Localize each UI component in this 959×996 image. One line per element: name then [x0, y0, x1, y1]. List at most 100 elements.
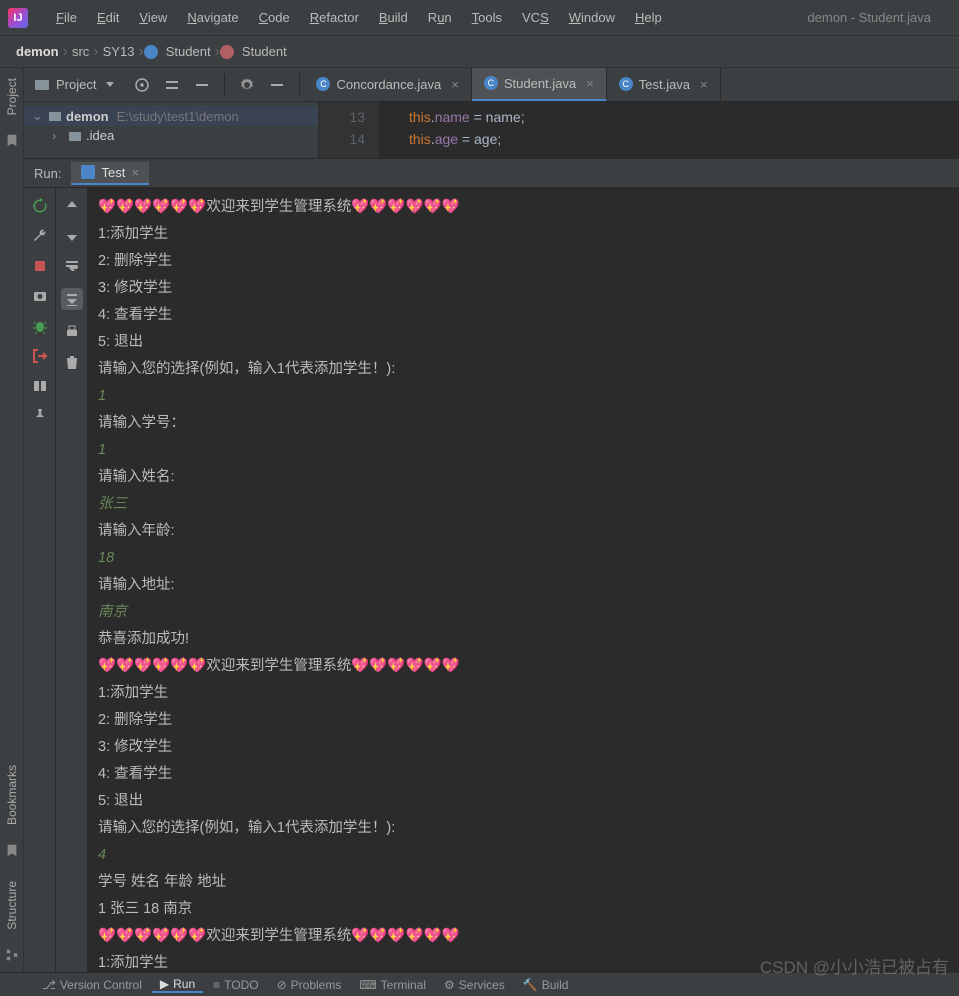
- pin-icon[interactable]: [32, 408, 48, 424]
- console-line: 18: [98, 545, 949, 572]
- close-icon[interactable]: ×: [586, 76, 594, 91]
- bottom-tab-todo[interactable]: ≡TODO: [205, 977, 266, 993]
- run-label: Run:: [34, 166, 61, 181]
- breadcrumb-src[interactable]: src: [68, 44, 93, 59]
- bottom-tab-services[interactable]: ⚙Services: [436, 977, 513, 993]
- breadcrumb-method[interactable]: Student: [238, 44, 291, 59]
- menu-run[interactable]: Run: [418, 6, 462, 29]
- sidebar-tab-structure[interactable]: Structure: [5, 881, 19, 930]
- editor-tab[interactable]: CTest.java×: [607, 68, 721, 101]
- gear-icon[interactable]: [239, 77, 255, 93]
- console-line: 南京: [98, 599, 949, 626]
- bottom-tab-label: Version Control: [60, 978, 142, 992]
- console-line: 请输入地址:: [98, 572, 949, 599]
- target-icon[interactable]: [134, 77, 150, 93]
- breadcrumb-class[interactable]: Student: [162, 44, 215, 59]
- layout-icon[interactable]: [32, 378, 48, 394]
- breadcrumb-project[interactable]: demon: [12, 44, 63, 59]
- wrench-icon[interactable]: [32, 228, 48, 244]
- tree-root[interactable]: ⌄ demon E:\study\test1\demon: [24, 106, 318, 126]
- bottom-tab-version-control[interactable]: ⎇Version Control: [34, 977, 150, 993]
- minimize-icon[interactable]: [269, 77, 285, 93]
- java-class-icon: C: [619, 77, 633, 91]
- console-actions-column: [56, 188, 88, 972]
- close-icon[interactable]: ×: [451, 77, 459, 92]
- bottom-tab-icon: ⌨: [359, 978, 376, 992]
- chevron-icon: [138, 43, 143, 61]
- bottom-tab-icon: 🔨: [523, 978, 538, 992]
- bottom-tab-icon: ⊘: [277, 978, 287, 992]
- console-line: 4: 查看学生: [98, 302, 949, 329]
- console-line: 💖💖💖💖💖💖欢迎来到学生管理系统💖💖💖💖💖💖: [98, 923, 949, 950]
- menu-code[interactable]: Code: [249, 6, 300, 29]
- menu-build[interactable]: Build: [369, 6, 418, 29]
- close-icon[interactable]: ×: [700, 77, 708, 92]
- tree-child-label: .idea: [86, 128, 114, 143]
- expand-icon[interactable]: [164, 77, 180, 93]
- console-line: 1: [98, 437, 949, 464]
- rerun-icon[interactable]: [32, 198, 48, 214]
- console-line: 4: 查看学生: [98, 761, 949, 788]
- tree-child[interactable]: › .idea: [24, 126, 318, 145]
- menu-refactor[interactable]: Refactor: [300, 6, 369, 29]
- print-icon[interactable]: [64, 324, 80, 340]
- project-panel-title[interactable]: Project: [24, 77, 124, 93]
- sidebar-tab-project[interactable]: Project: [5, 78, 19, 115]
- project-icon: [34, 77, 50, 93]
- dropdown-icon[interactable]: [106, 82, 114, 87]
- menu-navigate[interactable]: Navigate: [177, 6, 248, 29]
- exit-icon[interactable]: [32, 348, 48, 364]
- console-line: 1:添加学生: [98, 950, 949, 972]
- method-icon: [220, 45, 234, 59]
- bottom-tab-terminal[interactable]: ⌨Terminal: [351, 977, 434, 993]
- console-output[interactable]: 💖💖💖💖💖💖欢迎来到学生管理系统💖💖💖💖💖💖1:添加学生2: 删除学生3: 修改…: [88, 188, 959, 972]
- console-line: 请输入年龄:: [98, 518, 949, 545]
- folder-icon: [68, 129, 82, 143]
- menu-tools[interactable]: Tools: [462, 6, 512, 29]
- menu-view[interactable]: View: [129, 6, 177, 29]
- console-line: 1:添加学生: [98, 221, 949, 248]
- menu-file[interactable]: File: [46, 6, 87, 29]
- bottom-tab-run[interactable]: ▶Run: [152, 977, 203, 993]
- breadcrumb-pkg[interactable]: SY13: [99, 44, 139, 59]
- app-icon: IJ: [8, 8, 28, 28]
- stop-icon[interactable]: [32, 258, 48, 274]
- console-line: 请输入姓名:: [98, 464, 949, 491]
- bottom-tab-build[interactable]: 🔨 Build: [515, 977, 577, 993]
- trash-icon[interactable]: [64, 354, 80, 370]
- console-line: 请输入您的选择(例如，输入1代表添加学生！):: [98, 815, 949, 842]
- editor-tab[interactable]: CStudent.java×: [472, 68, 607, 101]
- down-icon[interactable]: [64, 228, 80, 244]
- bookmark-icon: [5, 843, 19, 857]
- menu-help[interactable]: Help: [625, 6, 672, 29]
- chevron-right-icon[interactable]: ›: [52, 128, 64, 143]
- softwrap-icon[interactable]: [64, 258, 80, 274]
- menu-window[interactable]: Window: [559, 6, 625, 29]
- menu-edit[interactable]: Edit: [87, 6, 129, 29]
- bottom-tab-problems[interactable]: ⊘Problems: [269, 977, 350, 993]
- collapse-icon[interactable]: [194, 77, 210, 93]
- run-tab-label: Test: [101, 165, 125, 180]
- bottom-tab-label: Build: [542, 978, 569, 992]
- console-line: 1: [98, 383, 949, 410]
- project-tree[interactable]: ⌄ demon E:\study\test1\demon › .idea: [24, 102, 319, 158]
- bug-icon[interactable]: [32, 318, 48, 334]
- sidebar-tab-bookmarks[interactable]: Bookmarks: [5, 765, 19, 825]
- console: 💖💖💖💖💖💖欢迎来到学生管理系统💖💖💖💖💖💖1:添加学生2: 删除学生3: 修改…: [24, 188, 959, 972]
- scroll-to-end-icon[interactable]: [61, 288, 83, 310]
- chevron-down-icon[interactable]: ⌄: [32, 108, 44, 124]
- bookmark-icon: [5, 133, 19, 147]
- code-content[interactable]: this.name = name;this.age = age;: [379, 102, 959, 158]
- tree-root-label: demon: [66, 109, 109, 124]
- run-tab[interactable]: Test ×: [71, 162, 148, 185]
- camera-icon[interactable]: [32, 288, 48, 304]
- code-editor[interactable]: 1314 this.name = name;this.age = age;: [319, 102, 959, 158]
- editor-tab[interactable]: CConcordance.java×: [304, 68, 471, 101]
- console-line: 学号 姓名 年龄 地址: [98, 869, 949, 896]
- close-icon[interactable]: ×: [131, 165, 139, 180]
- bottom-tab-label: Services: [459, 978, 505, 992]
- run-actions-column: [24, 188, 56, 972]
- up-icon[interactable]: [64, 198, 80, 214]
- bottom-tab-icon: ▶: [160, 977, 169, 991]
- menu-vcs[interactable]: VCS: [512, 6, 559, 29]
